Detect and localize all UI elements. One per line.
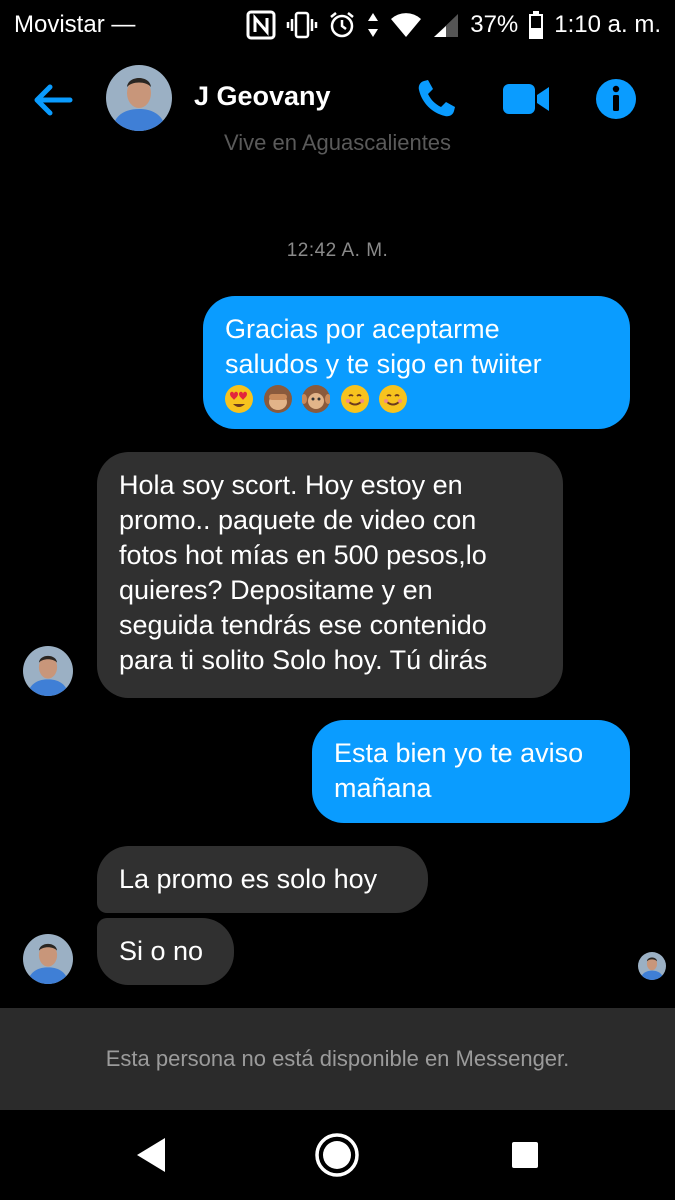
system-navigation-bar [0, 1110, 675, 1200]
status-icons: 37% 1:10 a. m. [246, 10, 661, 40]
wifi-icon [390, 12, 422, 38]
nav-home-button[interactable] [314, 1132, 360, 1178]
clock: 1:10 a. m. [554, 11, 661, 38]
incoming-message[interactable]: Si o no [97, 918, 234, 985]
nav-recents-button[interactable] [502, 1132, 548, 1178]
message-line: fotos hot mías en 500 pesos,lo [119, 540, 487, 570]
alarm-icon [328, 11, 356, 39]
triangle-back-icon [137, 1138, 165, 1172]
nav-back-button[interactable] [128, 1132, 174, 1178]
message-line: Si o no [119, 936, 204, 966]
smiling-face-emoji [379, 385, 408, 413]
back-arrow-icon [34, 84, 73, 116]
smiling-face-emoji [340, 385, 369, 413]
square-recents-icon [512, 1142, 538, 1168]
unavailable-notice: Esta persona no está disponible en Messe… [0, 1008, 675, 1110]
incoming-message[interactable]: La promo es solo hoy [97, 846, 428, 913]
contact-avatar-small[interactable] [23, 934, 73, 984]
contact-avatar-small[interactable] [23, 646, 73, 696]
message-line: para ti solito Solo hoy. Tú dirás [119, 645, 488, 675]
contact-avatar[interactable] [106, 65, 172, 131]
message-line: promo.. paquete de video con [119, 505, 477, 535]
info-icon [596, 79, 636, 119]
status-bar: Movistar — 37% 1:10 a. m. [0, 0, 675, 50]
phone-icon [418, 80, 455, 117]
message-line: seguida tendrás ese contenido [119, 610, 487, 640]
emoji-row [225, 382, 608, 417]
video-camera-icon [503, 84, 549, 114]
outgoing-message[interactable]: Esta bien yo te aviso mañana [312, 720, 630, 823]
battery-percent: 37% [470, 11, 519, 38]
message-line: saludos y te sigo en twiiter [225, 349, 542, 379]
contact-name[interactable]: J Geovany [194, 81, 331, 112]
message-line: La promo es solo hoy [119, 864, 378, 894]
outgoing-message[interactable]: Gracias por aceptarme saludos y te sigo … [203, 296, 630, 429]
message-line: Hola soy scort. Hoy estoy en [119, 470, 463, 500]
message-line: Esta bien yo te aviso [334, 738, 584, 768]
data-arrows-icon [366, 11, 380, 39]
message-line: Gracias por aceptarme [225, 314, 500, 344]
incoming-message[interactable]: Hola soy scort. Hoy estoy en promo.. paq… [97, 452, 563, 698]
home-circle-icon [315, 1133, 359, 1177]
message-line: mañana [334, 773, 432, 803]
contact-subtitle: Vive en Aguascalientes [223, 130, 452, 155]
hear-no-evil-monkey-emoji [301, 385, 332, 413]
info-button[interactable] [592, 75, 640, 123]
message-timestamp: 12:42 A. M. [286, 240, 389, 261]
see-no-evil-monkey-emoji [263, 385, 292, 413]
message-line: quieres? Depositame y en [119, 575, 433, 605]
nfc-icon [246, 10, 276, 40]
carrier-label: Movistar — [14, 11, 136, 38]
vibrate-icon [286, 11, 318, 39]
battery-icon [528, 10, 544, 40]
seen-indicator-avatar [638, 952, 666, 980]
unavailable-text: Esta persona no está disponible en Messe… [105, 1046, 570, 1071]
voice-call-button[interactable] [412, 75, 460, 123]
back-button[interactable] [30, 77, 76, 123]
signal-icon [432, 12, 460, 38]
video-call-button[interactable] [502, 75, 550, 123]
heart-eyes-emoji [225, 385, 253, 413]
